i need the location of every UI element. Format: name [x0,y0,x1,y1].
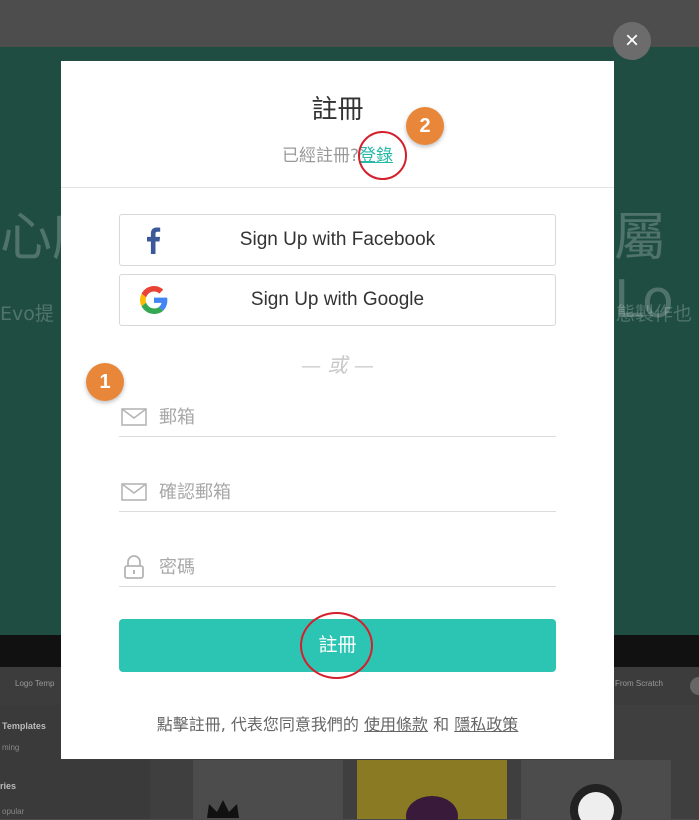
hero-subtitle-left: Evo提 [0,303,54,325]
lock-icon [124,555,144,579]
confirm-email-input[interactable] [157,475,551,509]
step-badge-1: 1 [86,363,124,401]
confirm-email-field[interactable] [119,471,556,512]
terms-prefix: 點擊註冊, 代表您同意我們的 [156,715,359,734]
login-prompt: 已經註冊?登錄 [61,141,614,166]
facebook-signup-label: Sign Up with Facebook [239,229,436,250]
sidebar-heading: Templates [2,721,46,731]
header-divider [61,187,614,188]
template-card [521,760,671,820]
monkey-icon [406,796,458,820]
gamepad-icon [570,784,622,820]
modal-title: 註冊 [311,95,364,125]
close-button[interactable]: × [613,22,651,60]
nav-logo-templates: Logo Temp [15,679,55,688]
hero-subtitle-right: 態製作也 [616,303,693,325]
template-card [357,760,507,820]
nav-avatar [690,677,699,695]
email-input[interactable] [157,400,551,434]
sidebar-item: opular [2,807,25,816]
submit-highlight-ring [300,612,373,679]
password-input[interactable] [157,550,551,584]
mail-icon [121,483,147,501]
email-field[interactable] [119,396,556,437]
terms-and: 和 [433,715,450,734]
step-badge-2: 2 [406,107,444,145]
mail-icon [121,408,147,426]
privacy-policy-link[interactable]: 隱私政策 [454,715,518,734]
google-signup-label: Sign Up with Google [250,289,425,310]
facebook-signup-button[interactable]: Sign Up with Facebook [119,214,556,266]
login-highlight-ring [358,131,407,180]
crown-icon [207,800,239,818]
google-signup-button[interactable]: Sign Up with Google [119,274,556,326]
sidebar-heading: ries [0,781,17,791]
terms-of-use-link[interactable]: 使用條款 [364,715,428,734]
template-card [193,760,343,819]
already-registered-text: 已經註冊? [281,146,360,166]
terms-text: 點擊註冊, 代表您同意我們的 使用條款 和 隱私政策 [61,711,614,735]
page-header-bar [0,0,699,47]
password-field[interactable] [119,546,556,587]
or-separator: — 或 — [301,353,374,377]
sidebar-item: ming [2,743,20,752]
nav-from-scratch: From Scratch [615,679,664,688]
